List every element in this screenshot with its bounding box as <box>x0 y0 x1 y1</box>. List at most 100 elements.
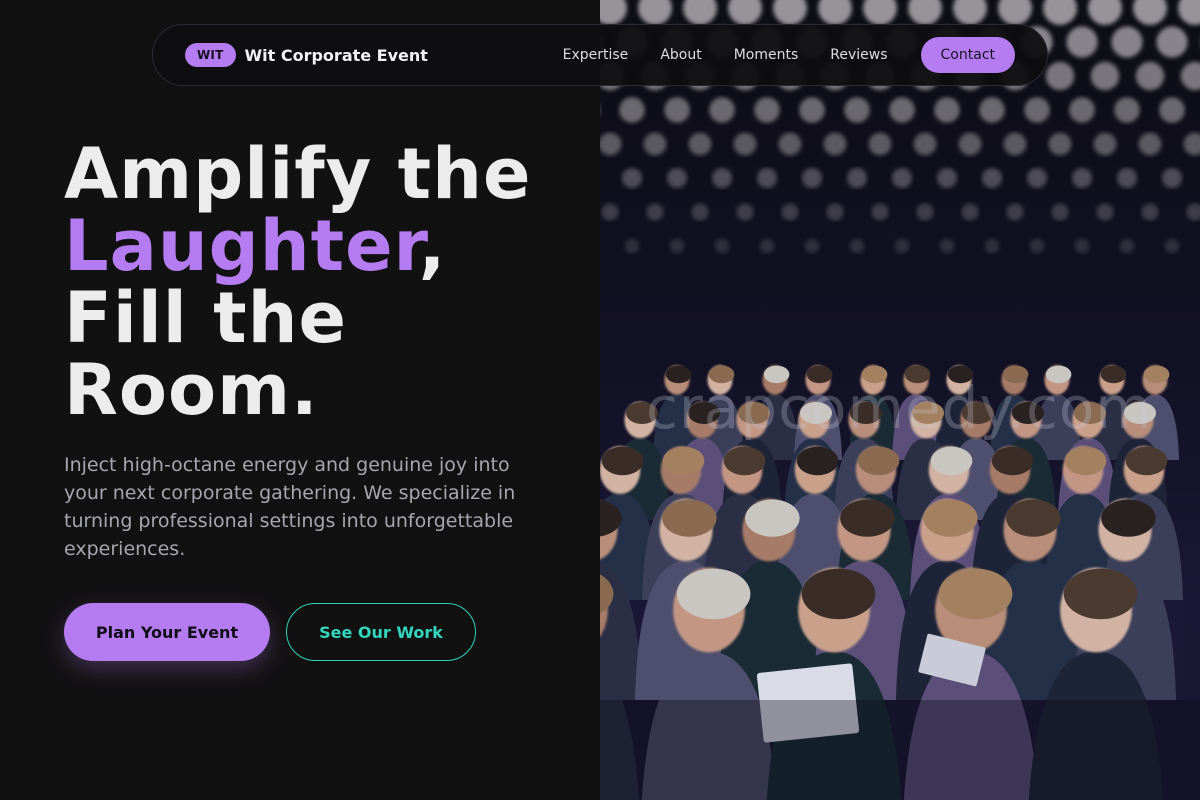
hero-accent-word: Laughter <box>64 205 419 287</box>
ceiling-light-icon <box>1088 0 1122 25</box>
ceiling-light-icon <box>961 203 979 221</box>
ceiling-light-icon <box>688 132 712 156</box>
plan-event-button[interactable]: Plan Your Event <box>64 603 270 661</box>
ceiling-light-icon <box>1141 203 1159 221</box>
ceiling-light-icon <box>1156 26 1188 58</box>
ceiling-light-icon <box>683 0 717 25</box>
audience-hair <box>840 499 895 537</box>
hero-title-line-1: Amplify the <box>64 133 532 215</box>
nav-links: Expertise About Moments Reviews Contact <box>563 37 1015 73</box>
ceiling-light-icon <box>1051 203 1069 221</box>
brand-name: Wit Corporate Event <box>244 45 428 65</box>
ceiling-light-icon <box>1027 168 1047 188</box>
ceiling-light-icon <box>953 0 987 25</box>
ceiling-light-icon <box>847 168 867 188</box>
ceiling-light-icon <box>754 97 780 123</box>
ceiling-light-icon <box>778 132 802 156</box>
ceiling-light-icon <box>889 97 915 123</box>
ceiling-light-icon <box>1066 26 1098 58</box>
ceiling-light-icon <box>1164 238 1180 254</box>
ceiling-light-icon <box>1133 0 1167 25</box>
nav-link-moments[interactable]: Moments <box>734 47 799 63</box>
ceiling-light-icon <box>1045 61 1075 91</box>
audience-hair <box>1064 446 1107 476</box>
ceiling-light-icon <box>736 203 754 221</box>
photo-watermark: crapcomedy.com <box>646 374 1153 442</box>
contact-button[interactable]: Contact <box>920 37 1015 73</box>
ceiling-light-icon <box>638 0 672 25</box>
ceiling-light-icon <box>1159 97 1185 123</box>
audience-hair <box>1006 499 1061 537</box>
audience-hair <box>723 446 766 476</box>
ceiling-light-icon <box>714 238 730 254</box>
audience-hair <box>991 446 1034 476</box>
ceiling-light-icon <box>669 238 685 254</box>
ceiling-light-icon <box>1024 97 1050 123</box>
nav-link-reviews[interactable]: Reviews <box>830 47 887 63</box>
ceiling-light-icon <box>818 0 852 25</box>
ceiling-light-icon <box>939 238 955 254</box>
ceiling-light-icon <box>826 203 844 221</box>
ceiling-light-icon <box>646 203 664 221</box>
hero-title: Amplify the Laughter, Fill the Room. <box>64 138 604 426</box>
ceiling-light-icon <box>934 97 960 123</box>
nav-link-about[interactable]: About <box>660 47 701 63</box>
ceiling-light-icon <box>733 132 757 156</box>
nav-link-expertise[interactable]: Expertise <box>563 47 629 63</box>
ceiling-light-icon <box>709 97 735 123</box>
hero-description: Inject high-octane energy and genuine jo… <box>64 454 516 560</box>
hero-accent-suffix: , <box>418 205 447 287</box>
audience-hair <box>801 568 876 620</box>
ceiling-light-icon <box>1119 238 1135 254</box>
ceiling-light-icon <box>868 132 892 156</box>
ceiling-light-icon <box>691 203 709 221</box>
ceiling-light-icon <box>1114 97 1140 123</box>
ceiling-light-icon <box>937 168 957 188</box>
top-nav: WIT Wit Corporate Event Expertise About … <box>152 24 1048 86</box>
hero-photo: crapcomedy.com <box>600 0 1200 800</box>
brand[interactable]: WIT Wit Corporate Event <box>185 43 428 67</box>
ceiling-light-icon <box>1138 132 1162 156</box>
ceiling-light-icon <box>1048 132 1072 156</box>
audience-hair <box>676 568 751 620</box>
audience-hair <box>1125 446 1168 476</box>
ceiling-light-icon <box>913 132 937 156</box>
ceiling-light-icon <box>1069 97 1095 123</box>
see-work-button[interactable]: See Our Work <box>286 603 476 661</box>
ceiling-light-icon <box>1117 168 1137 188</box>
ceiling-light-icon <box>894 238 910 254</box>
audience-hair <box>938 568 1013 620</box>
ceiling-light-icon <box>844 97 870 123</box>
ceiling-light-icon <box>1180 61 1200 91</box>
audience-hair <box>745 499 800 537</box>
brand-badge: WIT <box>185 43 236 67</box>
ceiling-light-icon <box>600 0 627 25</box>
audience-hair <box>796 446 839 476</box>
ceiling-light-icon <box>802 168 822 188</box>
ceiling-light-icon <box>849 238 865 254</box>
audience-hair <box>930 446 973 476</box>
ceiling-light-icon <box>1006 203 1024 221</box>
audience-hair <box>662 499 717 537</box>
ceiling-light-icon <box>622 168 642 188</box>
ceiling-light-icon <box>1162 168 1182 188</box>
ceiling-light-icon <box>1135 61 1165 91</box>
ceiling-light-icon <box>871 203 889 221</box>
ceiling-light-icon <box>712 168 732 188</box>
ceiling-light-icon <box>1093 132 1117 156</box>
audience-hair <box>1101 499 1156 537</box>
audience-hair <box>662 446 705 476</box>
audience-hair <box>923 499 978 537</box>
ceiling-light-icon <box>979 97 1005 123</box>
ceiling-light-icon <box>892 168 912 188</box>
ceiling-light-icon <box>1074 238 1090 254</box>
ceiling-light-icon <box>1043 0 1077 25</box>
ceiling-light-icon <box>984 238 1000 254</box>
audience-hair <box>601 446 644 476</box>
audience-hair <box>857 446 900 476</box>
ceiling-light-icon <box>624 238 640 254</box>
ceiling-light-icon <box>799 97 825 123</box>
hero-title-line-4: Room. <box>64 349 319 431</box>
ceiling-light-icon <box>1029 238 1045 254</box>
ceiling-light-icon <box>916 203 934 221</box>
